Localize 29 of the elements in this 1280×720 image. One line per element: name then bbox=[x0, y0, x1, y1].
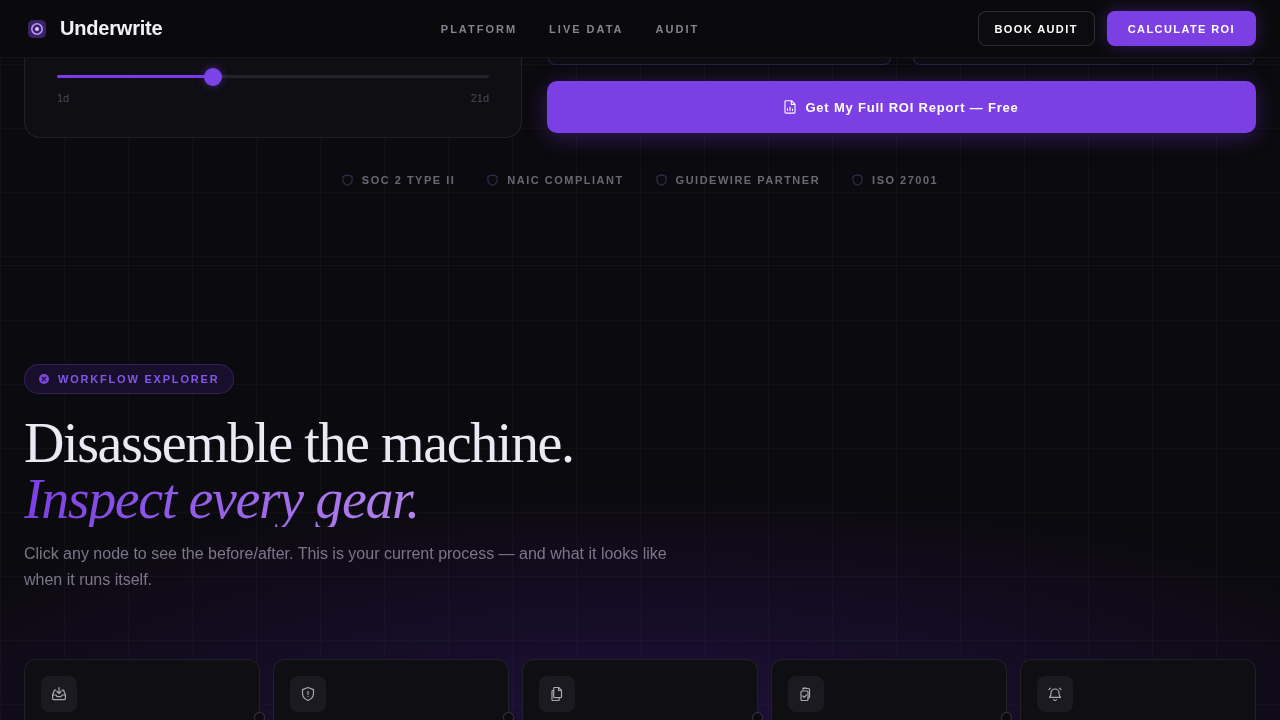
x-circle-icon bbox=[39, 374, 49, 384]
shield-icon bbox=[655, 174, 667, 186]
section-heading: Disassemble the machine. bbox=[24, 415, 574, 471]
logo-icon bbox=[28, 19, 46, 38]
range-min-label: 1d bbox=[57, 92, 70, 104]
section-description: Click any node to see the before/after. This is your current process — and what it looks like when it runs itself. bbox=[24, 544, 668, 590]
calculate-roi-button[interactable]: CALCULATE ROI bbox=[1106, 11, 1256, 46]
shield-icon bbox=[852, 174, 864, 186]
range-max-label: 21d bbox=[470, 92, 489, 104]
shield-icon bbox=[487, 174, 499, 186]
shield-icon bbox=[341, 174, 353, 186]
badge-label: WORKFLOW EXPLORER bbox=[58, 373, 220, 385]
copy-icon bbox=[549, 686, 565, 702]
bell-icon bbox=[1047, 686, 1063, 702]
brand-name: Underwrite bbox=[60, 17, 163, 40]
compliance-label: GUIDEWIRE PARTNER bbox=[675, 174, 821, 186]
compliance-label: NAIC COMPLIANT bbox=[507, 174, 624, 186]
nav-link[interactable]: PLATFORM bbox=[440, 22, 518, 35]
slider-handle[interactable] bbox=[203, 67, 222, 86]
nav-link[interactable]: AUDIT bbox=[655, 22, 700, 35]
shield-alert-icon bbox=[300, 686, 316, 702]
roi-report-button[interactable]: Get My Full ROI Report — Free bbox=[547, 81, 1256, 133]
inbox-download-icon bbox=[51, 686, 67, 702]
nav-link[interactable]: LIVE DATA bbox=[549, 22, 624, 35]
document-icon bbox=[784, 100, 797, 114]
book-audit-button[interactable]: BOOK AUDIT bbox=[977, 11, 1095, 46]
workflow-node-card[interactable] bbox=[1020, 659, 1256, 720]
compliance-label: SOC 2 TYPE II bbox=[361, 174, 456, 186]
compliance-label: ISO 27001 bbox=[872, 174, 939, 186]
